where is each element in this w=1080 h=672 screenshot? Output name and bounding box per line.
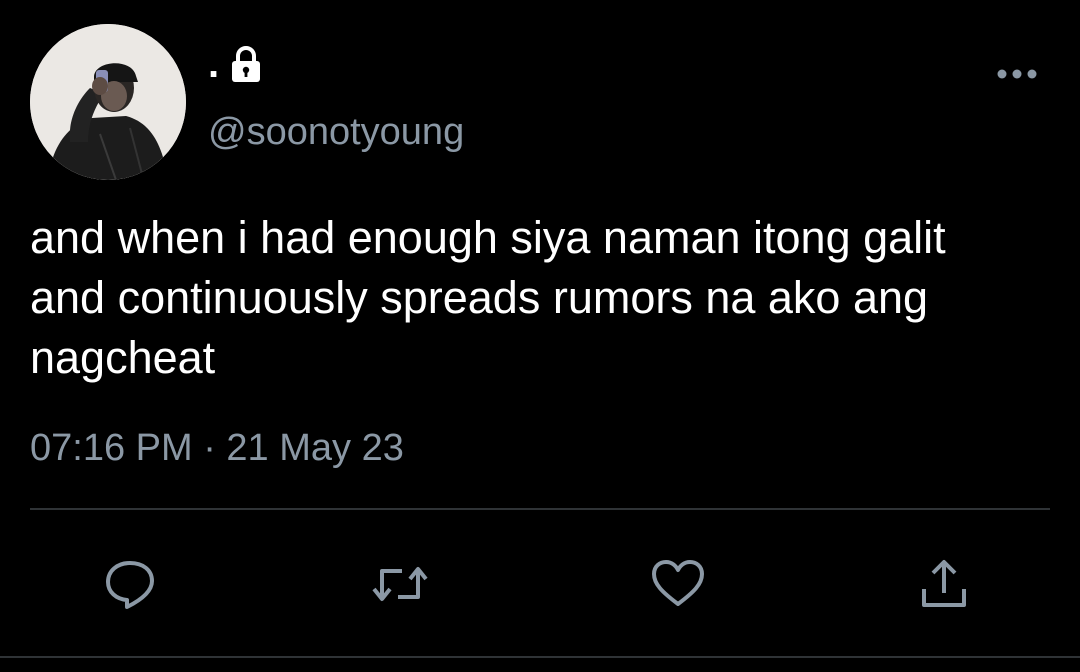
reply-button[interactable]	[102, 556, 158, 612]
retweet-icon	[370, 557, 430, 611]
share-icon	[917, 557, 971, 611]
tweet-card: . @soonotyoung and when i had enough siy…	[0, 0, 1080, 672]
avatar[interactable]	[30, 24, 186, 180]
bottom-divider	[0, 656, 1080, 658]
tweet-text: and when i had enough siya naman itong g…	[30, 212, 946, 383]
display-name[interactable]: .	[208, 44, 219, 84]
retweet-button[interactable]	[372, 556, 428, 612]
tweet-timestamp[interactable]: 07:16 PM · 21 May 23	[30, 424, 404, 472]
like-icon	[650, 558, 706, 610]
share-button[interactable]	[916, 556, 972, 612]
author-handle[interactable]: @soonotyoung	[208, 110, 464, 154]
lock-icon	[229, 45, 263, 83]
like-button[interactable]	[650, 556, 706, 612]
more-options-icon[interactable]	[996, 64, 1038, 84]
author-name-row: .	[208, 44, 263, 84]
reply-icon	[103, 557, 157, 611]
divider	[30, 508, 1050, 510]
